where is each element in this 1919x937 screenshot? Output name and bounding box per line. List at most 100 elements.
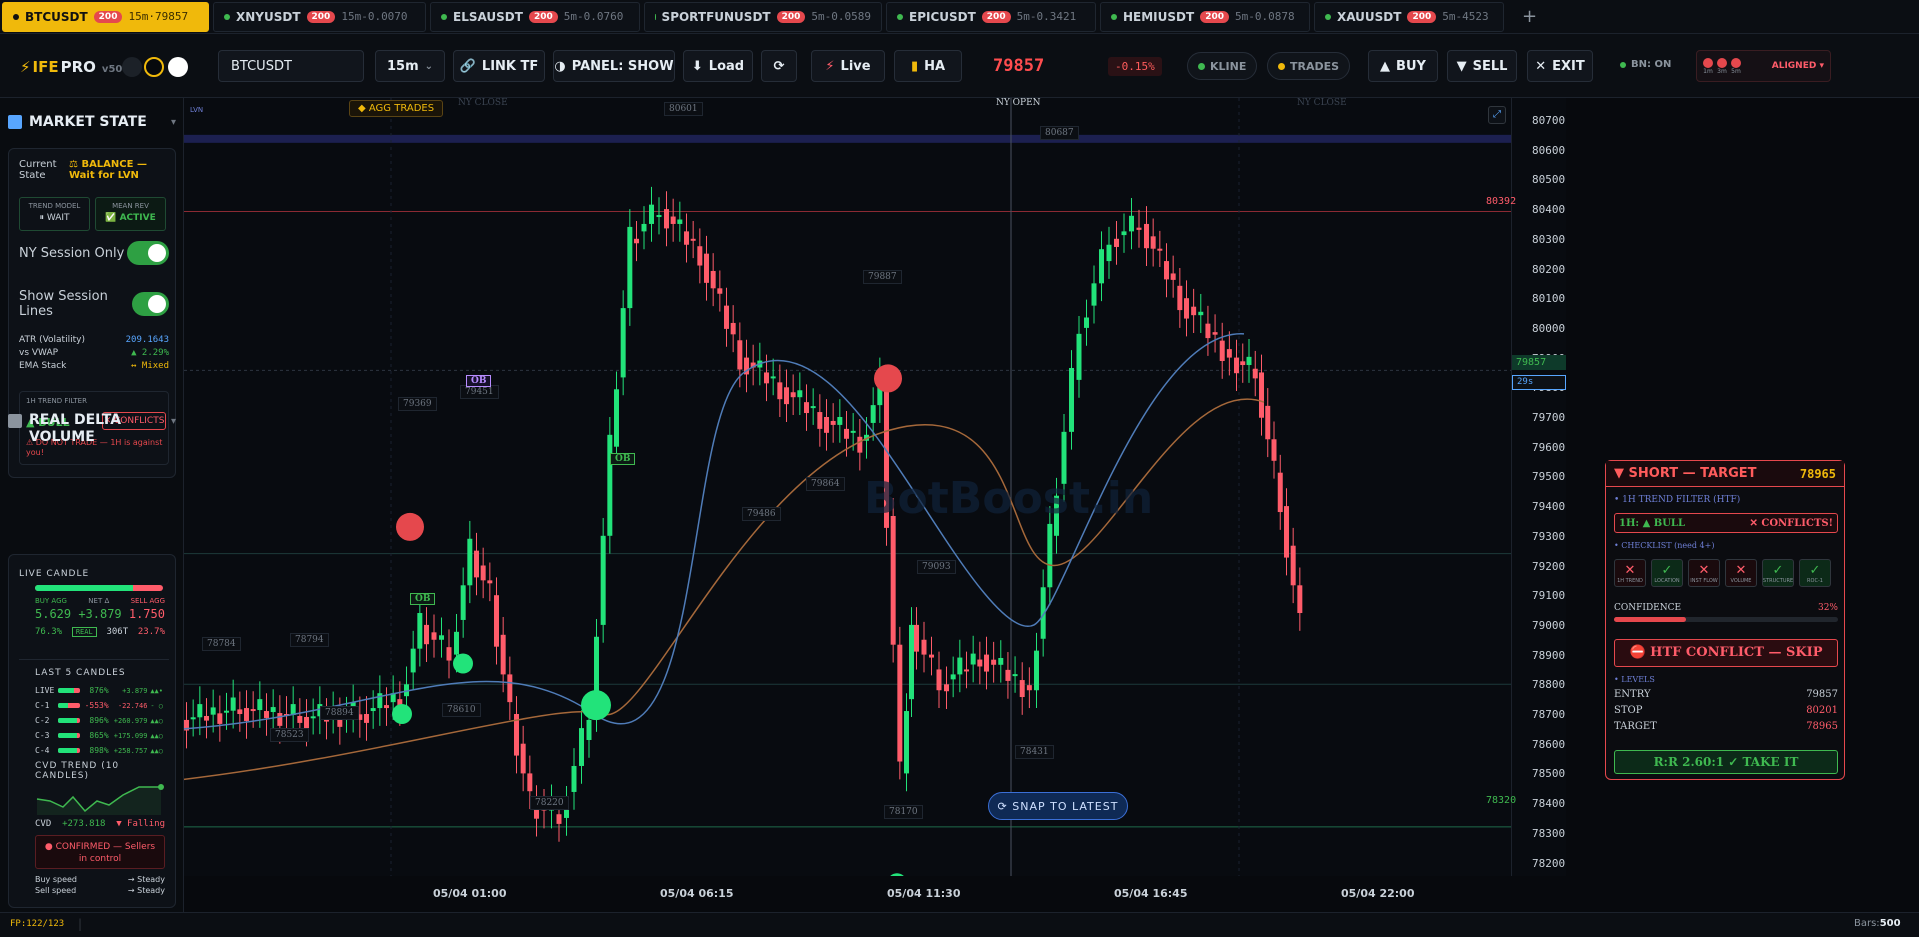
timeframe-select[interactable]: 15m ⌄ bbox=[375, 50, 445, 82]
agg-trades-button[interactable]: ◆ AGG TRADES bbox=[349, 100, 444, 117]
theme-light-button[interactable] bbox=[168, 57, 188, 77]
sell-label: SELL bbox=[1472, 58, 1508, 74]
buy-signal-marker bbox=[890, 873, 904, 876]
y-tick: 78300 bbox=[1532, 826, 1566, 840]
logo-bolt-icon: ⚡ bbox=[20, 58, 31, 76]
tf-dot-3m: 3m bbox=[1717, 57, 1727, 75]
ny-close-label-1: NY CLOSE bbox=[458, 98, 508, 108]
price-label: 79093 bbox=[917, 560, 956, 574]
candle-body bbox=[439, 635, 444, 640]
y-tick: 78500 bbox=[1532, 767, 1566, 781]
x-tick: 05/04 01:00 bbox=[433, 887, 507, 900]
mean-rev-value: ✅ ACTIVE bbox=[105, 213, 156, 223]
tf-dot-1m: 1m bbox=[1703, 57, 1713, 75]
price-axis[interactable]: 80700 80600 80500 80400 80300 80200 80100 80000… bbox=[1486, 98, 1566, 876]
take-it-button[interactable]: R:R 2.60:1 ✓ TAKE IT bbox=[1614, 750, 1838, 774]
price-chart[interactable]: BotBoost.in ◆ AGG TRADES NY CLOSE NY OPE… bbox=[184, 98, 1511, 876]
candle-body bbox=[1234, 357, 1239, 374]
confidence-row: CONFIDENCE 32% bbox=[1614, 603, 1838, 613]
candle-delta-bar bbox=[58, 688, 80, 693]
last5-row: C-1 -553% -22.746- ○ bbox=[35, 698, 163, 713]
buy-agg-label: BUY AGG bbox=[35, 597, 67, 605]
candle-body bbox=[1144, 223, 1149, 249]
ny-session-toggle[interactable] bbox=[127, 241, 169, 265]
exit-button[interactable]: ✕ EXIT bbox=[1527, 50, 1593, 82]
buy-agg-value: 5.629 bbox=[35, 607, 72, 621]
kline-toggle[interactable]: KLINE bbox=[1187, 52, 1258, 80]
current-price: 79857 bbox=[993, 56, 1045, 76]
market-state-header[interactable]: MARKET STATE ▾ bbox=[8, 114, 176, 130]
candle-body bbox=[1121, 231, 1127, 236]
panel-toggle-button[interactable]: ◑ PANEL: SHOW bbox=[553, 50, 675, 82]
candle-body bbox=[297, 715, 303, 723]
candle-body bbox=[817, 412, 823, 429]
candle-icon: ▮ bbox=[910, 58, 919, 74]
candle-label: C-3 bbox=[35, 731, 50, 740]
symbol-tab-epicusdt[interactable]: EPICUSDT 200 5m-0.3421 bbox=[886, 1, 1096, 32]
candle-body bbox=[190, 717, 196, 720]
candle-body bbox=[984, 654, 989, 672]
heikin-ashi-button[interactable]: ▮ HA bbox=[894, 50, 962, 82]
refresh-button[interactable]: ⟳ bbox=[761, 50, 797, 82]
load-button[interactable]: ⬇ Load bbox=[683, 50, 753, 82]
tab-symbol: XAUUSDT bbox=[1337, 9, 1402, 24]
checklist-title: • CHECKLIST (need 4+) bbox=[1614, 541, 1715, 550]
candle-body bbox=[1259, 372, 1264, 418]
symbol-tab-btcusdt[interactable]: BTCUSDT 200 15m·79857 bbox=[2, 1, 209, 32]
triangle-up-icon: ▲ bbox=[1380, 58, 1391, 74]
candle-body bbox=[480, 565, 486, 581]
price-label: 79369 bbox=[398, 397, 437, 411]
candle-body bbox=[620, 308, 626, 378]
candle-body bbox=[850, 430, 856, 433]
symbol-tab-sportfunusdt[interactable]: SPORTFUNUSDT 200 5m-0.0589 bbox=[644, 1, 882, 32]
candle-delta-fill bbox=[58, 718, 78, 723]
y-tick: 79000 bbox=[1532, 618, 1566, 632]
mtf-alignment-panel[interactable]: 1m 3m 5m ALIGNED ▾ bbox=[1696, 50, 1831, 82]
live-button[interactable]: ⚡ Live bbox=[811, 50, 885, 82]
buy-button[interactable]: ▲ BUY bbox=[1368, 50, 1438, 82]
fullscreen-button[interactable]: ⤢ bbox=[1488, 106, 1506, 124]
candle-body bbox=[431, 632, 437, 640]
symbol-tab-bar: BTCUSDT 200 15m·79857 XNYUSDT 200 15m-0.0070 E… bbox=[0, 0, 1919, 34]
symbol-tab-elsausdt[interactable]: ELSAUSDT 200 5m-0.0760 bbox=[430, 1, 640, 32]
last-price-tag: 79857 bbox=[1512, 355, 1566, 370]
symbol-tab-hemiusdt[interactable]: HEMIUSDT 200 5m-0.0878 bbox=[1100, 1, 1310, 32]
candle-body bbox=[600, 535, 606, 625]
link-tf-button[interactable]: 🔗 LINK TF bbox=[453, 50, 545, 82]
ny-session-label: NY Session Only bbox=[19, 245, 125, 261]
tab-sub: 5m-0.3421 bbox=[1016, 10, 1077, 23]
x-tick: 05/04 16:45 bbox=[1114, 887, 1188, 900]
sell-agg-value: 1.750 bbox=[128, 607, 165, 621]
theme-dark-button[interactable] bbox=[122, 57, 142, 77]
delta-volume-header[interactable]: REAL DELTA VOLUME ▾ bbox=[8, 412, 176, 446]
trades-toggle[interactable]: TRADES bbox=[1267, 52, 1351, 80]
ha-label: HA bbox=[924, 58, 946, 74]
symbol-tab-xauusdt[interactable]: XAUUSDT 200 5m-4523 bbox=[1314, 1, 1504, 32]
candle-delta-fill bbox=[58, 748, 78, 753]
snap-to-latest-button[interactable]: ⟳ SNAP TO LATEST bbox=[988, 792, 1128, 820]
add-tab-button[interactable]: + bbox=[1522, 6, 1537, 27]
lvn-label: LVN bbox=[190, 106, 204, 114]
buy-label: BUY bbox=[1396, 58, 1426, 74]
theme-gold-button[interactable] bbox=[144, 57, 164, 77]
ema-label: EMA Stack bbox=[19, 361, 67, 371]
price-label: 79486 bbox=[742, 507, 781, 521]
price-label: 78784 bbox=[202, 637, 241, 651]
red-dot-icon bbox=[1703, 57, 1713, 68]
order-block-label: OB bbox=[410, 593, 436, 605]
expand-icon: ⤢ bbox=[1493, 109, 1501, 120]
symbol-input[interactable]: BTCUSDT bbox=[218, 50, 364, 82]
y-tick: 78900 bbox=[1532, 648, 1566, 662]
cvd-row: CVD +273.818 ▼ Falling bbox=[35, 819, 165, 829]
candle-body bbox=[957, 657, 963, 675]
session-lines-toggle[interactable] bbox=[131, 292, 169, 316]
sell-button[interactable]: ▼ SELL bbox=[1447, 50, 1517, 82]
status-dot-icon bbox=[13, 13, 19, 20]
vwap-value: ▲ 2.29% bbox=[131, 348, 169, 358]
candle-body bbox=[670, 216, 676, 224]
x-tick: 05/04 11:30 bbox=[887, 887, 961, 900]
candle-body bbox=[370, 708, 376, 712]
candle-body bbox=[507, 674, 513, 703]
candle-pct: 865% bbox=[89, 731, 109, 740]
symbol-tab-xnyusdt[interactable]: XNYUSDT 200 15m-0.0070 bbox=[213, 1, 426, 32]
